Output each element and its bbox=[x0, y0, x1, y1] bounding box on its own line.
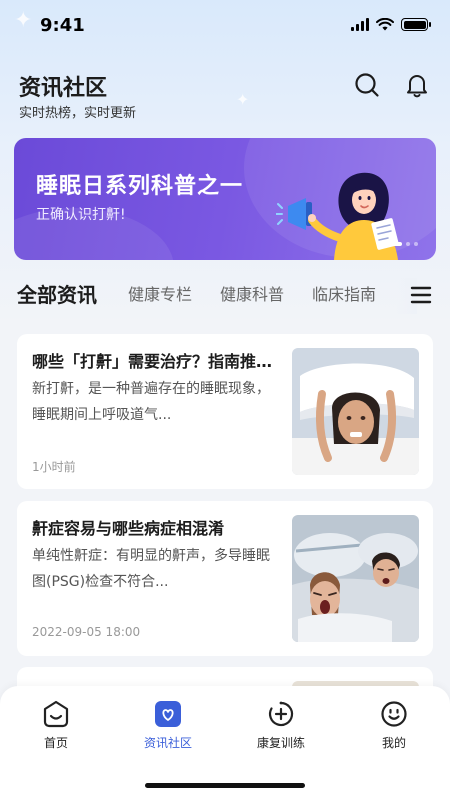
battery-icon bbox=[401, 18, 431, 31]
search-button[interactable] bbox=[350, 68, 384, 102]
status-time: 9:41 bbox=[40, 15, 85, 36]
nav-label: 我的 bbox=[381, 736, 406, 750]
status-bar: 9:41 bbox=[0, 0, 450, 52]
banner-pagination bbox=[388, 242, 418, 246]
article-thumbnail bbox=[292, 348, 419, 475]
megaphone-woman-illustration bbox=[276, 172, 399, 260]
page-subtitle: 实时热榜，实时更新 bbox=[19, 106, 137, 121]
notification-button[interactable] bbox=[400, 68, 434, 102]
banner-title: 睡眠日系列科普之一 bbox=[36, 174, 244, 199]
bell-icon bbox=[407, 75, 427, 98]
wifi-icon bbox=[376, 18, 394, 31]
article-description: 新打鼾，是一种普遍存在的睡眠现象，睡眠期间上呼吸道气... bbox=[32, 381, 270, 423]
plus-circle-icon bbox=[268, 701, 294, 727]
page-title: 资讯社区 bbox=[19, 76, 108, 101]
tab-all-news[interactable]: 全部资讯 bbox=[17, 278, 97, 312]
cellular-signal-icon bbox=[351, 18, 369, 31]
profile-smile-icon bbox=[381, 701, 407, 727]
nav-label: 首页 bbox=[43, 736, 68, 750]
nav-profile[interactable]: 我的 bbox=[349, 700, 439, 751]
promo-banner[interactable]: 睡眠日系列科普之一 正确认识打鼾! bbox=[14, 138, 436, 260]
article-title: 鼾症容易与哪些病症相混淆 bbox=[32, 519, 225, 538]
menu-icon[interactable] bbox=[409, 283, 433, 307]
nav-home[interactable]: 首页 bbox=[11, 700, 101, 751]
nav-label: 资讯社区 bbox=[143, 736, 192, 750]
nav-news-community[interactable]: 资讯社区 bbox=[123, 700, 213, 751]
article-card[interactable]: 鼾症容易与哪些病症相混淆 单纯性鼾症：有明显的鼾声，多导睡眠图(PSG)检查不符… bbox=[17, 501, 433, 656]
home-smile-icon bbox=[43, 700, 69, 728]
category-tabs: 全部资讯 健康专栏 健康科普 临床指南 bbox=[17, 278, 437, 314]
home-indicator bbox=[145, 783, 305, 788]
tab-health-column[interactable]: 健康专栏 bbox=[128, 278, 192, 312]
nav-label: 康复训练 bbox=[256, 736, 305, 750]
article-description: 单纯性鼾症：有明显的鼾声，多导睡眠图(PSG)检查不符合... bbox=[32, 548, 270, 590]
tab-clinical-guide[interactable]: 临床指南 bbox=[312, 278, 376, 312]
tab-health-science[interactable]: 健康科普 bbox=[220, 278, 284, 312]
article-title: 哪些「打鼾」需要治疗？指南推荐！ bbox=[32, 352, 277, 371]
article-card[interactable]: 哪些「打鼾」需要治疗？指南推荐！ 新打鼾，是一种普遍存在的睡眠现象，睡眠期间上呼… bbox=[17, 334, 433, 489]
article-thumbnail bbox=[292, 515, 419, 642]
sparkle-icon: ✦ bbox=[236, 90, 250, 109]
search-icon bbox=[355, 73, 379, 97]
article-time: 2022-09-05 18:00 bbox=[32, 625, 141, 639]
status-icons bbox=[351, 18, 431, 31]
nav-rehab-training[interactable]: 康复训练 bbox=[236, 700, 326, 751]
heart-badge-icon bbox=[155, 701, 181, 727]
article-time: 1小时前 bbox=[32, 460, 76, 474]
banner-subtitle: 正确认识打鼾! bbox=[36, 207, 126, 223]
